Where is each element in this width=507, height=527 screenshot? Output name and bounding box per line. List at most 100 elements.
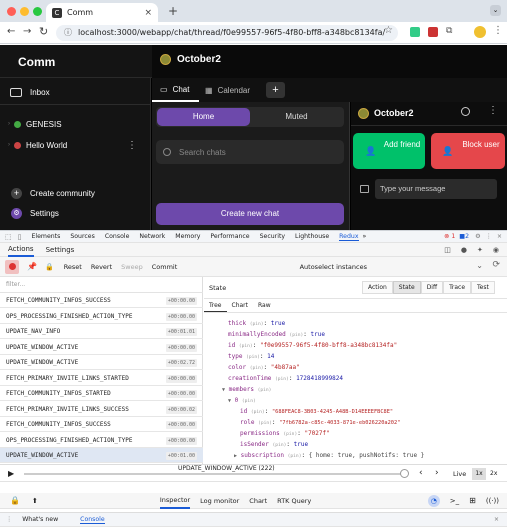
create-new-chat-button[interactable]: Create new chat <box>156 203 344 225</box>
new-tab-icon[interactable]: + <box>168 4 178 18</box>
twitter-icon[interactable]: ✦ <box>477 246 483 254</box>
tree-node[interactable]: minimallyEncoded (pin): true <box>228 331 325 338</box>
reset-button[interactable]: Reset <box>64 263 82 271</box>
action-row[interactable]: OPS_PROCESSING_FINISHED_ACTION_TYPE +00:0… <box>0 309 203 324</box>
tab-diff[interactable]: Diff <box>420 281 444 294</box>
tab-chart[interactable]: Chart <box>227 299 254 312</box>
devtools-tab[interactable]: Network <box>139 233 165 240</box>
message-input[interactable]: Type your message <box>375 179 497 199</box>
chevron-down-icon[interactable]: ⌄ <box>476 261 483 270</box>
sweep-button[interactable]: Sweep <box>121 263 143 271</box>
grid-icon[interactable]: ⊞ <box>469 496 476 505</box>
commit-button[interactable]: Commit <box>152 263 178 271</box>
lock-icon[interactable]: 🔒 <box>10 496 20 505</box>
forward-icon[interactable]: → <box>23 26 31 37</box>
action-row[interactable]: UPDATE_NAV_INFO +00:01.01 <box>0 324 203 340</box>
tab-actions[interactable]: Actions <box>8 243 34 257</box>
autoselect-instances-select[interactable]: Autoselect instances <box>300 263 367 271</box>
sidebar-item-community[interactable]: › Hello World ⋮ <box>0 134 151 156</box>
tab-calendar[interactable]: ▦ Calendar <box>205 78 265 102</box>
error-count-badge[interactable]: ⊗ 1 <box>444 233 455 240</box>
close-window-button[interactable] <box>7 7 16 16</box>
tree-node[interactable]: role (pin): "7fb6782a-c85c-4033-871e-eb0… <box>240 419 400 426</box>
revert-button[interactable]: Revert <box>91 263 112 271</box>
tab-action[interactable]: Action <box>362 281 393 294</box>
bookmark-star-icon[interactable]: ☆ <box>384 25 393 36</box>
tree-node[interactable]: isSender (pin): true <box>240 441 308 448</box>
sidebar-item-inbox[interactable]: Inbox <box>0 80 151 105</box>
close-icon[interactable]: × <box>494 516 499 523</box>
remote-icon[interactable]: ◔ <box>427 494 440 507</box>
slider-thumb[interactable] <box>400 469 409 478</box>
tree-node[interactable]: color (pin): "4b87aa" <box>228 364 300 371</box>
github-icon[interactable]: ● <box>461 246 467 254</box>
tab-rtk-query[interactable]: RTK Query <box>277 497 311 505</box>
tree-node[interactable]: id (pin): "688FEAC8-3B03-4245-A48B-D14EE… <box>240 408 393 415</box>
close-icon[interactable]: × <box>497 233 502 240</box>
inspect-element-icon[interactable]: ⬚ <box>5 233 12 241</box>
play-icon[interactable]: ▶ <box>8 469 14 478</box>
tab-muted[interactable]: Muted <box>250 108 343 126</box>
block-user-button[interactable]: 👤 Block user <box>431 133 505 169</box>
extension-icon[interactable] <box>428 27 438 37</box>
address-bar[interactable]: ⓘ localhost:3000/webapp/chat/thread/f0e9… <box>56 25 398 41</box>
tree-node[interactable]: creationTime (pin): 1728418999824 <box>228 375 343 382</box>
search-chats-input[interactable]: Search chats <box>156 140 344 164</box>
tab-state[interactable]: State <box>392 281 421 294</box>
image-icon[interactable] <box>360 185 369 193</box>
action-row[interactable]: FETCH_PRIMARY_INVITE_LINKS_SUCCESS +00:00… <box>0 402 203 417</box>
export-icon[interactable]: ⬆ <box>32 497 38 505</box>
tab-chat[interactable]: ▭ Chat <box>152 78 199 102</box>
broadcast-icon[interactable]: ((·)) <box>486 497 499 505</box>
gear-icon[interactable]: ⚙ <box>475 233 481 240</box>
browser-menu-icon[interactable]: ⋮ <box>493 25 503 36</box>
tree-node-expanded[interactable]: ▼ 0 (pin) <box>228 397 256 404</box>
action-row[interactable]: UPDATE_WINDOW_ACTIVE +00:02.72 <box>0 355 203 371</box>
action-row[interactable]: UPDATE_WINDOW_ACTIVE +00:01.00 <box>0 448 203 464</box>
more-options-icon[interactable]: ⋮ <box>127 140 137 151</box>
speed-1x-button[interactable]: 1x <box>472 468 486 480</box>
more-options-icon[interactable]: ⋮ <box>486 233 492 240</box>
action-row[interactable]: FETCH_COMMUNITY_INFOS_SUCCESS +00:00.00 <box>0 417 203 433</box>
devtools-tab[interactable]: Security <box>260 233 285 240</box>
tree-node-expanded[interactable]: ▼ members (pin) <box>222 386 271 393</box>
tree-node[interactable]: id (pin): "f0e99557-96f5-4f80-bff8-a348b… <box>228 342 397 349</box>
devtools-tab[interactable]: Console <box>105 233 130 240</box>
tree-node[interactable]: type (pin): 14 <box>228 353 274 360</box>
tab-log-monitor[interactable]: Log monitor <box>200 497 239 505</box>
back-icon[interactable]: ← <box>7 26 15 37</box>
tree-node-collapsed[interactable]: ▶ subscription (pin): { home: true, push… <box>234 452 424 459</box>
create-community-button[interactable]: + Create community <box>0 182 151 204</box>
tab-chart-monitor[interactable]: Chart <box>249 497 267 505</box>
profile-avatar[interactable] <box>474 26 486 38</box>
minimize-window-button[interactable] <box>20 7 29 16</box>
site-info-icon[interactable]: ⓘ <box>64 25 72 41</box>
tree-node[interactable]: thick (pin): true <box>228 320 285 327</box>
action-row[interactable]: UPDATE_WINDOW_ACTIVE +00:00.00 <box>0 340 203 355</box>
devtools-tab[interactable]: Elements <box>31 233 60 240</box>
devtools-tab[interactable]: Performance <box>210 233 249 240</box>
tab-inspector[interactable]: Inspector <box>159 493 191 509</box>
add-friend-button[interactable]: 👤 Add friend <box>353 133 425 169</box>
tab-test[interactable]: Test <box>471 281 495 294</box>
book-icon[interactable]: ◫ <box>444 246 451 254</box>
close-tab-icon[interactable]: × <box>144 8 152 18</box>
tab-tree[interactable]: Tree <box>204 299 227 312</box>
terminal-icon[interactable]: >_ <box>450 497 459 505</box>
record-button[interactable] <box>5 259 19 274</box>
lock-icon[interactable]: 🔒 <box>45 263 54 271</box>
extensions-puzzle-icon[interactable]: ⧉ <box>446 26 452 36</box>
devtools-tab[interactable]: Memory <box>175 233 200 240</box>
devtools-tab-redux[interactable]: Redux <box>339 233 359 241</box>
timeline-slider[interactable] <box>24 473 406 475</box>
tab-search-icon[interactable]: ⌄ <box>490 5 501 16</box>
device-toolbar-icon[interactable]: ▯ <box>18 233 22 241</box>
browser-tab[interactable]: C Comm × <box>46 3 158 22</box>
tab-console[interactable]: Console <box>80 516 105 524</box>
action-row[interactable]: FETCH_PRIMARY_INVITE_LINKS_STARTED +00:00… <box>0 371 203 386</box>
action-row[interactable]: OPS_PROCESSING_FINISHED_ACTION_TYPE +00:0… <box>0 433 203 448</box>
pin-icon[interactable]: 📌 <box>27 262 37 271</box>
tab-whats-new[interactable]: What's new <box>22 516 58 523</box>
add-tab-button[interactable]: + <box>266 82 285 98</box>
action-row[interactable]: FETCH_COMMUNITY_INFOS_SUCCESS +00:00.00 <box>0 293 203 309</box>
